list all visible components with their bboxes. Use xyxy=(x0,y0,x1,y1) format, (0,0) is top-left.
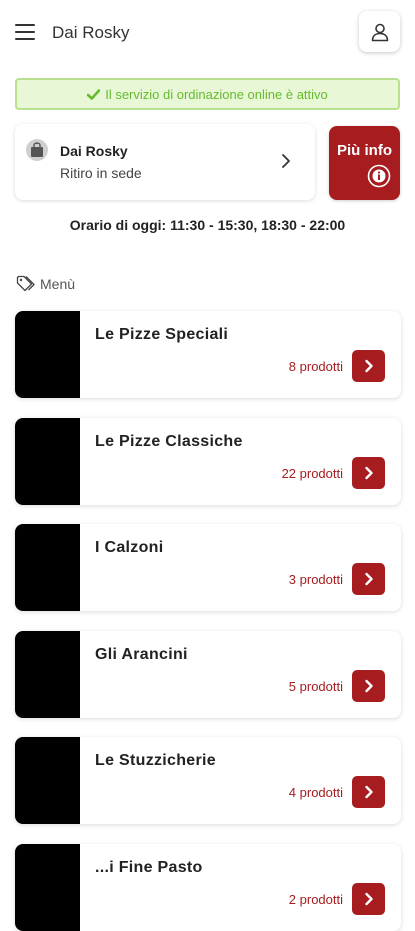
category-product-count: 4 prodotti xyxy=(288,785,343,800)
category-open-button[interactable] xyxy=(352,457,385,489)
category-open-button[interactable] xyxy=(352,350,385,382)
info-icon xyxy=(367,164,391,193)
store-name: Dai Rosky xyxy=(60,143,128,159)
app-title: Dai Rosky xyxy=(52,23,130,42)
tag-icon xyxy=(16,275,37,292)
menu-section-label: Menù xyxy=(40,275,76,292)
category-product-count: 8 prodotti xyxy=(288,359,343,374)
category-open-button[interactable] xyxy=(352,670,385,702)
chevron-right-icon xyxy=(364,679,373,693)
check-icon xyxy=(87,88,101,100)
user-account-button[interactable] xyxy=(359,11,400,52)
header: Dai Rosky xyxy=(0,0,415,68)
category-name: Le Pizze Classiche xyxy=(95,433,243,450)
category-card[interactable]: Le Stuzzicherie 4 prodotti xyxy=(15,737,401,824)
category-open-button[interactable] xyxy=(352,563,385,595)
chevron-right-icon xyxy=(364,572,373,586)
category-name: Le Stuzzicherie xyxy=(95,752,216,769)
category-open-button[interactable] xyxy=(352,883,385,915)
bag-icon xyxy=(25,139,49,166)
online-ordering-status-banner: Il servizio di ordinazione online è atti… xyxy=(15,78,400,110)
category-name: Gli Arancini xyxy=(95,646,188,663)
chevron-right-icon xyxy=(281,153,291,174)
hamburger-icon[interactable] xyxy=(15,24,35,42)
menu-section-header: Menù xyxy=(16,275,75,292)
category-card[interactable]: Gli Arancini 5 prodotti xyxy=(15,631,401,718)
status-text: Il servizio di ordinazione online è atti… xyxy=(105,86,328,102)
chevron-right-icon xyxy=(364,892,373,906)
category-image xyxy=(15,631,80,718)
category-name: I Calzoni xyxy=(95,539,164,556)
chevron-right-icon xyxy=(364,785,373,799)
more-info-label: Più info xyxy=(337,142,392,159)
category-image xyxy=(15,737,80,824)
opening-hours: Orario di oggi: 11:30 - 15:30, 18:30 - 2… xyxy=(69,217,346,233)
category-open-button[interactable] xyxy=(352,776,385,808)
category-name: Le Pizze Speciali xyxy=(95,326,229,343)
chevron-right-icon xyxy=(364,359,373,373)
store-mode: Ritiro in sede xyxy=(60,165,142,181)
user-icon xyxy=(371,23,388,41)
category-image xyxy=(15,524,80,611)
category-product-count: 22 prodotti xyxy=(281,466,343,481)
category-card[interactable]: I Calzoni 3 prodotti xyxy=(15,524,401,611)
category-card[interactable]: Le Pizze Classiche 22 prodotti xyxy=(15,418,401,505)
chevron-right-icon xyxy=(364,466,373,480)
store-selector-card[interactable]: Dai Rosky Ritiro in sede xyxy=(15,124,315,200)
more-info-button[interactable]: Più info xyxy=(329,126,400,200)
category-card[interactable]: ...i Fine Pasto 2 prodotti xyxy=(15,844,401,931)
category-image xyxy=(15,844,80,931)
category-product-count: 3 prodotti xyxy=(288,572,343,587)
category-product-count: 5 prodotti xyxy=(288,679,343,694)
category-image xyxy=(15,418,80,505)
category-name: ...i Fine Pasto xyxy=(95,859,203,876)
category-image xyxy=(15,311,80,398)
category-card[interactable]: Le Pizze Speciali 8 prodotti xyxy=(15,311,401,398)
